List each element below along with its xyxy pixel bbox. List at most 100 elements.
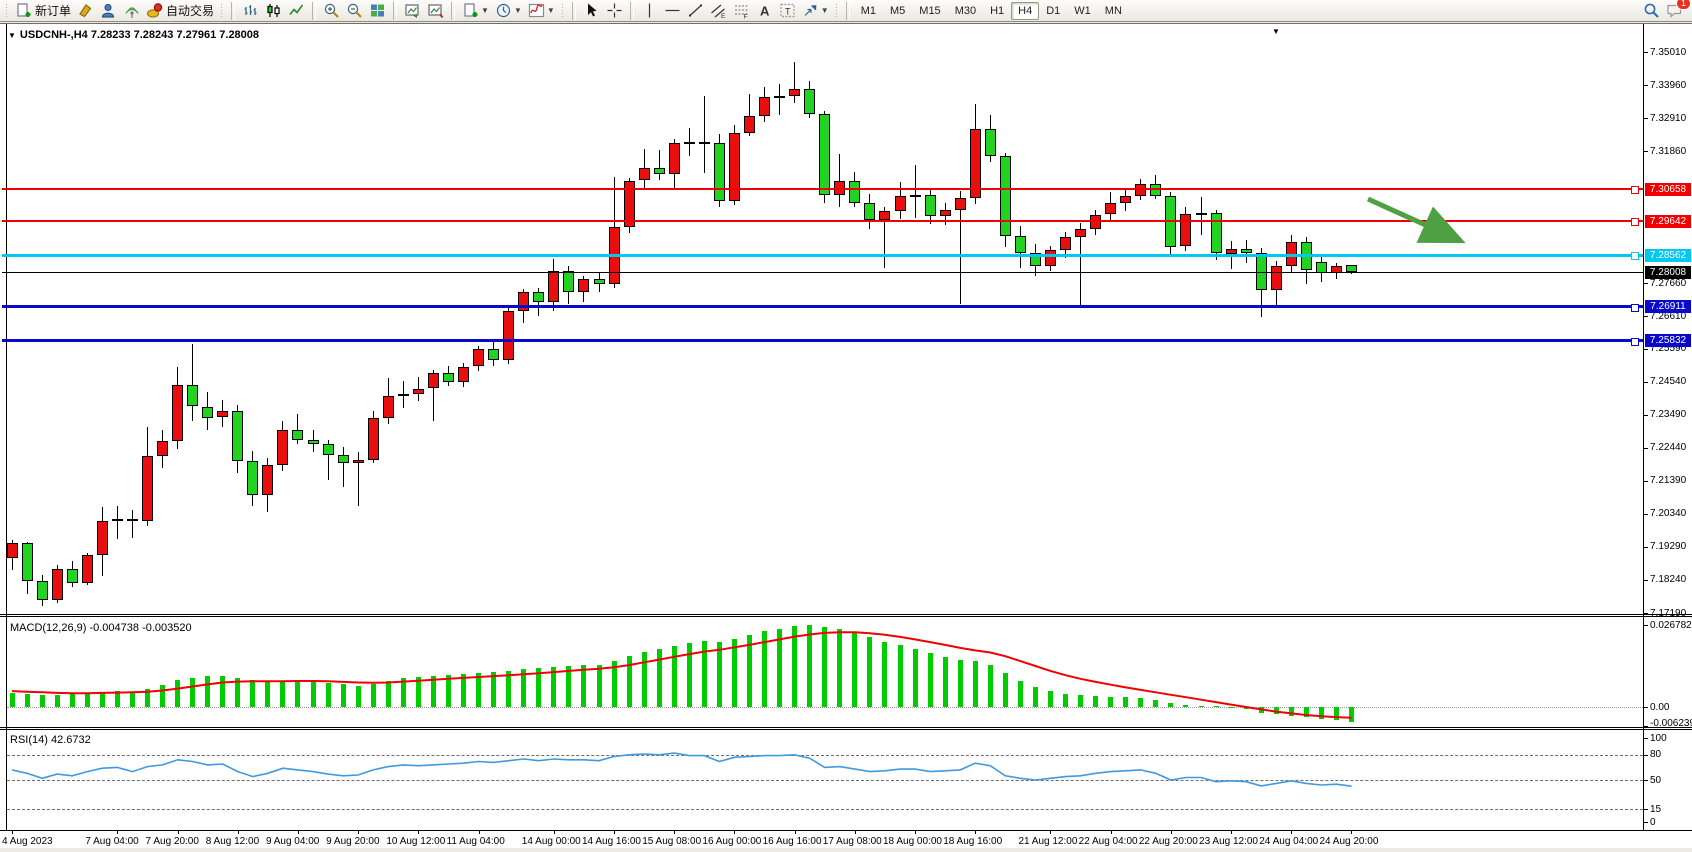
chart-window[interactable]: ▼USDCNH-,H4 7.28233 7.28243 7.27961 7.28… — [0, 23, 1692, 847]
panel-separator[interactable] — [0, 616, 1692, 617]
signal-button[interactable] — [120, 0, 143, 22]
status-bar — [0, 847, 1692, 852]
search-button[interactable] — [1640, 0, 1663, 22]
autotrading-button-label: 自动交易 — [166, 2, 214, 19]
macd-label: MACD(12,26,9) -0.004738 -0.003520 — [10, 622, 192, 634]
rsi-label: RSI(14) 42.6732 — [10, 734, 91, 746]
hline-price-label: 7.25832 — [1645, 334, 1691, 347]
timeframe-button-mn[interactable]: MN — [1098, 2, 1129, 20]
bid-price-label: 7.28008 — [1645, 266, 1691, 279]
hline-anchor[interactable] — [1631, 218, 1639, 226]
signal-button-icon — [123, 2, 140, 19]
rsi-line — [0, 24, 1692, 847]
hline-anchor[interactable] — [1631, 252, 1639, 260]
hline-anchor[interactable] — [1631, 304, 1639, 312]
zoom-in-button[interactable] — [320, 0, 343, 22]
auto-arrange-button[interactable] — [401, 0, 424, 22]
channel-button-icon: E — [710, 2, 727, 19]
new-order-button-icon — [15, 2, 32, 19]
bar-chart-button[interactable] — [239, 0, 262, 22]
chat-button[interactable]: 1 — [1663, 0, 1686, 22]
toolbar-drag-handle[interactable] — [561, 3, 565, 19]
tile-windows-button[interactable] — [366, 0, 389, 22]
svg-text:T: T — [785, 7, 791, 17]
profile-button[interactable] — [97, 0, 120, 22]
candlestick-chart-button[interactable] — [262, 0, 285, 22]
hline-anchor[interactable] — [1631, 186, 1639, 194]
trendline-button[interactable] — [684, 0, 707, 22]
new-chart-button-caret-icon[interactable]: ▼ — [481, 6, 489, 15]
notification-badge: 1 — [1676, 0, 1691, 10]
text-label-button[interactable]: T — [776, 0, 799, 22]
hline-price-label: 7.30658 — [1645, 183, 1691, 196]
zoom-in-button-icon — [323, 2, 340, 19]
toolbar-drag-handle[interactable] — [220, 3, 224, 19]
panel-separator[interactable] — [0, 729, 1692, 730]
line-chart-button[interactable] — [285, 0, 308, 22]
auto-arrange-button-icon — [404, 2, 421, 19]
toolbar-drag-handle[interactable] — [835, 3, 839, 19]
zoom-out-button[interactable] — [343, 0, 366, 22]
cursor-button[interactable] — [580, 0, 603, 22]
timeframe-button-m1[interactable]: M1 — [854, 2, 883, 20]
period-button-icon — [495, 2, 512, 19]
svg-text:A: A — [760, 4, 770, 19]
svg-text:E: E — [721, 13, 726, 19]
timeframe-button-d1[interactable]: D1 — [1039, 2, 1067, 20]
text-label-button-icon: T — [779, 2, 796, 19]
time-axis-line[interactable] — [0, 830, 1692, 831]
line-chart-button-icon — [288, 2, 305, 19]
toolbar-separator — [231, 2, 235, 20]
indicators-button-caret-icon[interactable]: ▼ — [547, 6, 555, 15]
arrows-button-caret-icon[interactable]: ▼ — [821, 6, 829, 15]
panel-separator[interactable] — [0, 727, 1692, 728]
horizontal-line-button[interactable] — [661, 0, 684, 22]
hline-anchor[interactable] — [1631, 338, 1639, 346]
timeframe-button-h4[interactable]: H4 — [1011, 2, 1039, 20]
timeframe-button-m30[interactable]: M30 — [948, 2, 983, 20]
timeframe-button-h1[interactable]: H1 — [983, 2, 1011, 20]
indicators-button-icon — [528, 2, 545, 19]
trendline-button-icon — [687, 2, 704, 19]
timeframe-button-m5[interactable]: M5 — [883, 2, 912, 20]
arrows-button[interactable]: ▼ — [799, 0, 832, 22]
vertical-line-button-icon — [641, 2, 658, 19]
cascade-button-icon — [427, 2, 444, 19]
vertical-line-button[interactable] — [638, 0, 661, 22]
fibonacci-button[interactable]: F — [730, 0, 753, 22]
new-chart-button[interactable]: ▼ — [459, 0, 492, 22]
period-button[interactable]: ▼ — [492, 0, 525, 22]
arrows-button-icon — [802, 2, 819, 19]
new-order-button[interactable]: 新订单 — [12, 0, 74, 22]
horizontal-line-button-icon — [664, 2, 681, 19]
indicators-button[interactable]: ▼ — [525, 0, 558, 22]
new-chart-icon — [462, 2, 479, 19]
autotrading-button[interactable]: 自动交易 — [143, 0, 217, 22]
toolbar-drag-handle[interactable] — [5, 3, 9, 19]
styler-button-icon — [77, 2, 94, 19]
text-button-icon: A — [756, 2, 773, 19]
toolbar-separator — [393, 2, 397, 20]
period-button-caret-icon[interactable]: ▼ — [514, 6, 522, 15]
cascade-button[interactable] — [424, 0, 447, 22]
channel-button[interactable]: E — [707, 0, 730, 22]
toolbar-separator — [312, 2, 316, 20]
styler-button[interactable] — [74, 0, 97, 22]
bar-chart-button-icon — [242, 2, 259, 19]
text-button[interactable]: A — [753, 0, 776, 22]
fibonacci-button-icon: F — [733, 2, 750, 19]
toolbar-separator — [630, 2, 634, 20]
crosshair-button[interactable] — [603, 0, 626, 22]
timeframe-button-m15[interactable]: M15 — [912, 2, 947, 20]
cursor-button-icon — [583, 2, 600, 19]
toolbar-separator — [846, 2, 850, 20]
timeframe-button-w1[interactable]: W1 — [1067, 2, 1098, 20]
autotrading-button-icon — [146, 2, 163, 19]
candlestick-chart-button-icon — [265, 2, 282, 19]
profile-button-icon — [100, 2, 117, 19]
svg-text:F: F — [743, 14, 747, 20]
new-order-button-label: 新订单 — [35, 2, 71, 19]
tile-windows-button-icon — [369, 2, 386, 19]
panel-separator[interactable] — [0, 614, 1692, 615]
zoom-out-button-icon — [346, 2, 363, 19]
